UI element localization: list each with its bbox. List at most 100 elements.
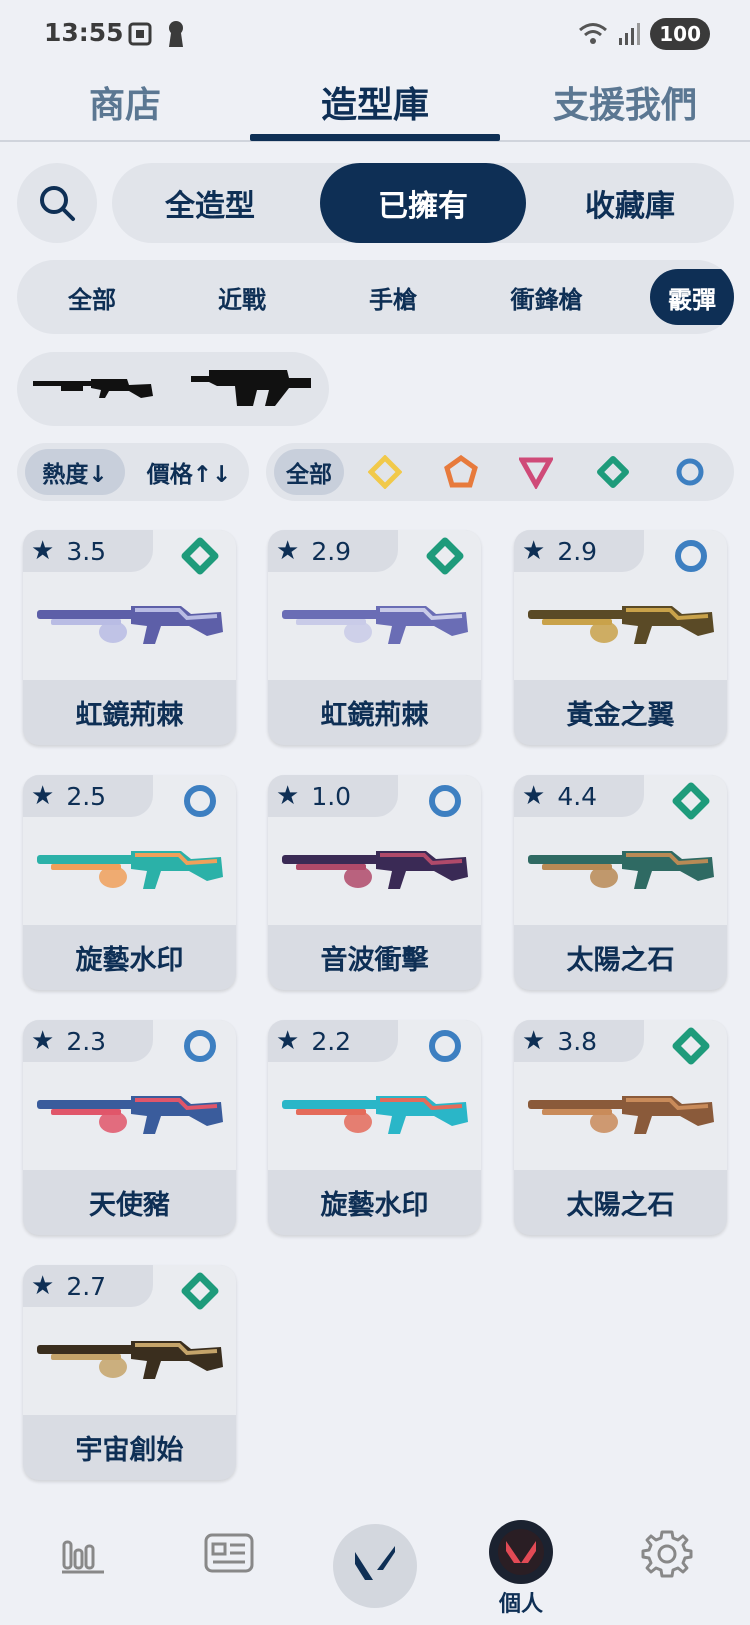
star-icon: ★ xyxy=(522,1026,546,1056)
skin-name: 太陽之石 xyxy=(566,945,675,976)
ownership-segmented-control: 全造型 已擁有 收藏庫 xyxy=(112,163,734,243)
skin-card[interactable]: ★ 3.8 太陽之石 xyxy=(514,1020,727,1235)
star-icon: ★ xyxy=(276,536,300,566)
skin-name: 天使豬 xyxy=(89,1190,170,1221)
select-tier-icon[interactable] xyxy=(673,455,707,489)
deluxe-tier-icon xyxy=(181,537,219,575)
category-melee[interactable]: 近戰 xyxy=(167,260,317,334)
skin-rating-value: 4.4 xyxy=(557,781,598,811)
star-icon: ★ xyxy=(31,1026,55,1056)
bucky-silhouette-icon[interactable] xyxy=(31,370,155,406)
tier-filter: 全部 xyxy=(266,443,734,501)
skin-rating: ★ 2.9 xyxy=(268,530,398,572)
skin-rating: ★ 2.3 xyxy=(23,1020,153,1062)
skin-name: 虹鏡荊棘 xyxy=(320,700,429,731)
deluxe-tier-icon xyxy=(426,537,464,575)
battery-indicator: 100 xyxy=(650,18,710,50)
star-icon: ★ xyxy=(31,536,55,566)
category-shotgun[interactable]: 霰彈 xyxy=(650,269,734,325)
star-icon: ★ xyxy=(31,1271,55,1301)
skin-name: 旋藝水印 xyxy=(320,1190,429,1221)
select-tier-icon xyxy=(429,785,461,817)
gun-type-selector xyxy=(17,352,329,426)
select-tier-icon xyxy=(675,540,707,572)
sort-price[interactable]: 價格↑↓ xyxy=(135,449,243,495)
ultra-tier-icon[interactable] xyxy=(368,455,402,489)
select-tier-icon xyxy=(184,785,216,817)
skin-card[interactable]: ★ 2.7 宇宙創始 xyxy=(23,1265,236,1480)
weapon-category-bar: 全部 近戰 手槍 衝鋒槍 霰彈 xyxy=(17,260,734,334)
screenshot-icon xyxy=(128,22,152,46)
skin-rating-value: 2.2 xyxy=(311,1026,352,1056)
tab-shop[interactable]: 商店 xyxy=(0,76,250,128)
deluxe-tier-icon xyxy=(672,1027,710,1065)
select-tier-icon xyxy=(429,1030,461,1062)
skin-rating: ★ 3.5 xyxy=(23,530,153,572)
home-logo-button[interactable] xyxy=(333,1524,417,1608)
category-pistol[interactable]: 手槍 xyxy=(317,260,469,334)
skin-name: 黃金之翼 xyxy=(566,700,675,731)
skin-rating: ★ 4.4 xyxy=(514,775,644,817)
premium-tier-icon[interactable] xyxy=(519,455,553,489)
skin-rating: ★ 1.0 xyxy=(268,775,398,817)
segment-owned[interactable]: 已擁有 xyxy=(320,163,526,243)
skin-card[interactable]: ★ 2.9 虹鏡荊棘 xyxy=(268,530,481,745)
skin-rating-value: 3.8 xyxy=(557,1026,598,1056)
skin-card[interactable]: ★ 1.0 音波衝擊 xyxy=(268,775,481,990)
skin-card[interactable]: ★ 3.5 虹鏡荊棘 xyxy=(23,530,236,745)
sort-control: 熱度↓ 價格↑↓ xyxy=(17,443,249,501)
skin-rating-value: 2.7 xyxy=(66,1271,107,1301)
skin-name: 音波衝擊 xyxy=(320,945,429,976)
exclusive-tier-icon[interactable] xyxy=(444,455,478,489)
skin-card[interactable]: ★ 4.4 太陽之石 xyxy=(514,775,727,990)
skin-rating: ★ 2.5 xyxy=(23,775,153,817)
signal-icon xyxy=(619,23,641,45)
shotgun-skin-image xyxy=(282,606,468,644)
tab-support-us[interactable]: 支援我們 xyxy=(500,76,750,128)
skin-rating: ★ 2.2 xyxy=(268,1020,398,1062)
category-all[interactable]: 全部 xyxy=(17,260,167,334)
skin-name: 宇宙創始 xyxy=(75,1435,184,1466)
status-bar: 13:55 100 xyxy=(0,0,750,70)
skin-card[interactable]: ★ 2.5 旋藝水印 xyxy=(23,775,236,990)
top-tab-bar: 商店 造型庫 支援我們 xyxy=(0,70,750,142)
profile-avatar[interactable] xyxy=(489,1520,553,1584)
tier-filter-all[interactable]: 全部 xyxy=(274,449,344,495)
shotgun-skin-image xyxy=(528,851,714,889)
skin-card[interactable]: ★ 2.2 旋藝水印 xyxy=(268,1020,481,1235)
profile-label[interactable]: 個人 xyxy=(476,1586,566,1618)
skin-rating: ★ 2.9 xyxy=(514,530,644,572)
deluxe-tier-icon[interactable] xyxy=(596,455,630,489)
profile-avatar-icon xyxy=(498,1529,544,1575)
segment-all-skins[interactable]: 全造型 xyxy=(112,163,308,243)
search-button[interactable] xyxy=(17,163,97,243)
news-icon[interactable] xyxy=(203,1532,255,1574)
skin-name: 旋藝水印 xyxy=(75,945,184,976)
skin-card[interactable]: ★ 2.9 黃金之翼 xyxy=(514,530,727,745)
star-icon: ★ xyxy=(522,781,546,811)
select-tier-icon xyxy=(184,1030,216,1062)
sort-popularity[interactable]: 熱度↓ xyxy=(25,449,125,495)
shotgun-skin-image xyxy=(528,606,714,644)
skin-rating: ★ 2.7 xyxy=(23,1265,153,1307)
skin-name: 太陽之石 xyxy=(566,1190,675,1221)
settings-icon[interactable] xyxy=(641,1528,693,1580)
deluxe-tier-icon xyxy=(181,1272,219,1310)
skin-card[interactable]: ★ 2.3 天使豬 xyxy=(23,1020,236,1235)
stats-icon[interactable] xyxy=(60,1532,106,1574)
search-icon xyxy=(40,186,75,221)
bottom-navigation: 個人 xyxy=(0,1490,750,1625)
keyhole-icon xyxy=(169,21,183,47)
segment-favorites[interactable]: 收藏庫 xyxy=(526,163,734,243)
star-icon: ★ xyxy=(276,1026,300,1056)
star-icon: ★ xyxy=(522,536,546,566)
skin-rating-value: 2.5 xyxy=(66,781,107,811)
shotgun-skin-image xyxy=(282,851,468,889)
wifi-icon xyxy=(579,23,608,44)
deluxe-tier-icon xyxy=(672,782,710,820)
judge-silhouette-icon[interactable] xyxy=(189,366,313,410)
tab-collection[interactable]: 造型庫 xyxy=(250,76,500,128)
skin-rating-value: 1.0 xyxy=(311,781,352,811)
shotgun-skin-image xyxy=(37,1341,223,1379)
category-smg[interactable]: 衝鋒槍 xyxy=(469,260,624,334)
